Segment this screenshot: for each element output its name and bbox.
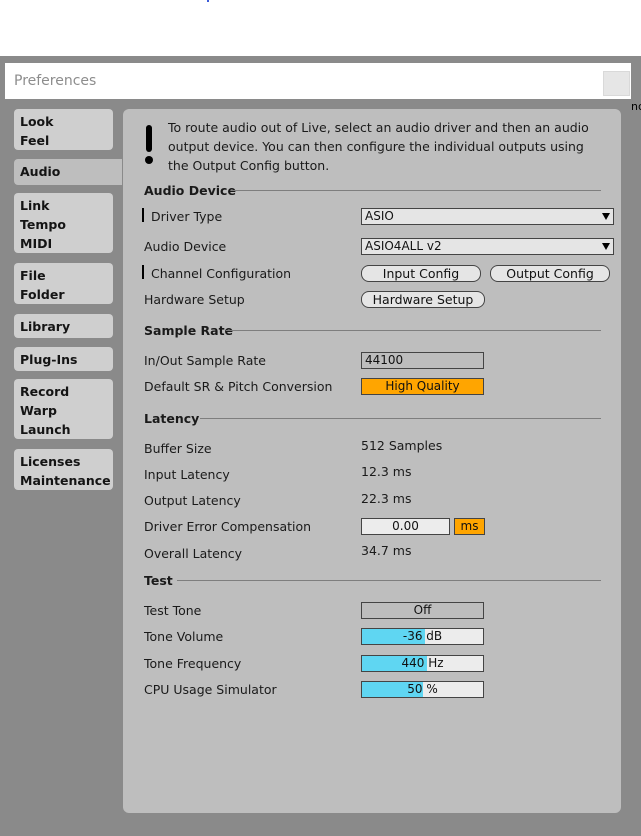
section-header-latency: Latency bbox=[144, 411, 200, 426]
sidebar-item-label: Feel bbox=[20, 133, 50, 148]
driver-error-unit: ms bbox=[460, 519, 479, 533]
sidebar-item-audio[interactable]: Audio bbox=[14, 159, 122, 185]
section-divider bbox=[232, 190, 601, 191]
tone-volume-slider[interactable]: -36 dB bbox=[361, 628, 484, 645]
warning-icon-dot bbox=[145, 156, 153, 164]
channel-configuration-label: Channel Configuration bbox=[151, 266, 292, 281]
default-sr-value: High Quality bbox=[385, 379, 460, 393]
sidebar-item-look-feel[interactable]: Look Feel bbox=[14, 109, 113, 150]
close-button[interactable] bbox=[603, 71, 630, 96]
sidebar-item-record-warp-launch[interactable]: Record Warp Launch bbox=[14, 379, 113, 439]
section-header-audio-device: Audio Device bbox=[144, 183, 236, 198]
info-text: To route audio out of Live, select an au… bbox=[168, 120, 589, 173]
tone-volume-value: -36 dB bbox=[402, 629, 443, 643]
audio-device-dropdown[interactable]: ASIO4ALL v2 bbox=[361, 238, 614, 255]
section-divider bbox=[200, 418, 601, 419]
overall-latency-label: Overall Latency bbox=[144, 546, 243, 561]
output-config-button[interactable]: Output Config bbox=[490, 265, 610, 282]
sidebar-item-plug-ins[interactable]: Plug-Ins bbox=[14, 347, 113, 371]
test-tone-label: Test Tone bbox=[144, 603, 202, 618]
tone-frequency-slider[interactable]: 440 Hz bbox=[361, 655, 484, 672]
input-latency-value: 12.3 ms bbox=[361, 464, 412, 479]
background-edge-text: nc bbox=[631, 100, 641, 113]
hardware-setup-label: Hardware Setup bbox=[144, 292, 245, 307]
warning-icon bbox=[146, 125, 152, 152]
cpu-usage-simulator-label: CPU Usage Simulator bbox=[144, 682, 277, 697]
sidebar-item-label: Look bbox=[20, 114, 54, 129]
driver-type-label: Driver Type bbox=[151, 209, 223, 224]
output-latency-value: 22.3 ms bbox=[361, 491, 412, 506]
sidebar-item-label: Record bbox=[20, 384, 70, 399]
test-tone-value: Off bbox=[413, 603, 432, 617]
sidebar-item-label: Link bbox=[20, 198, 50, 213]
top-dot bbox=[207, 0, 209, 2]
warning-icon bbox=[142, 208, 144, 222]
tone-frequency-value: 440 Hz bbox=[401, 656, 444, 670]
buffer-size-label: Buffer Size bbox=[144, 441, 212, 456]
section-header-test: Test bbox=[144, 573, 173, 588]
sidebar-item-link-tempo-midi[interactable]: Link Tempo MIDI bbox=[14, 193, 113, 253]
chevron-down-icon bbox=[602, 213, 610, 220]
warning-icon bbox=[142, 265, 144, 279]
top-strip bbox=[0, 0, 641, 56]
default-sr-label: Default SR & Pitch Conversion bbox=[144, 379, 333, 394]
driver-type-value: ASIO bbox=[365, 209, 394, 223]
section-divider bbox=[226, 330, 601, 331]
audio-device-label: Audio Device bbox=[144, 239, 227, 254]
inout-sample-rate-label: In/Out Sample Rate bbox=[144, 353, 266, 368]
tone-frequency-label: Tone Frequency bbox=[144, 656, 242, 671]
sidebar-item-label: Launch bbox=[20, 422, 71, 437]
chevron-down-icon bbox=[602, 243, 610, 250]
default-sr-selector[interactable]: High Quality bbox=[361, 378, 484, 395]
sidebar-item-label: Plug-Ins bbox=[20, 352, 78, 367]
buffer-size-value[interactable]: 512 Samples bbox=[361, 438, 442, 453]
sidebar-item-label: Tempo bbox=[20, 217, 66, 232]
section-header-sample-rate: Sample Rate bbox=[144, 323, 234, 338]
sidebar-item-label: Library bbox=[20, 319, 71, 334]
hardware-setup-button[interactable]: Hardware Setup bbox=[361, 291, 485, 308]
window-title: Preferences bbox=[14, 73, 97, 89]
section-divider bbox=[177, 580, 601, 581]
sidebar-item-label: Folder bbox=[20, 287, 65, 302]
driver-error-compensation-value: 0.00 bbox=[392, 519, 419, 533]
sidebar-item-library[interactable]: Library bbox=[14, 314, 113, 338]
tone-volume-label: Tone Volume bbox=[144, 629, 224, 644]
sidebar-item-label: MIDI bbox=[20, 236, 53, 251]
sidebar-item-label: Audio bbox=[20, 164, 61, 179]
sidebar-item-label: Licenses bbox=[20, 454, 81, 469]
driver-type-dropdown[interactable]: ASIO bbox=[361, 208, 614, 225]
cpu-usage-simulator-slider[interactable]: 50 % bbox=[361, 681, 484, 698]
output-latency-label: Output Latency bbox=[144, 493, 241, 508]
sidebar-item-label: Warp bbox=[20, 403, 57, 418]
input-config-button[interactable]: Input Config bbox=[361, 265, 481, 282]
input-latency-label: Input Latency bbox=[144, 467, 230, 482]
inout-sample-rate-field[interactable]: 44100 bbox=[361, 352, 484, 369]
audio-device-value: ASIO4ALL v2 bbox=[365, 239, 442, 253]
overall-latency-value: 34.7 ms bbox=[361, 543, 412, 558]
sidebar-item-licenses-maintenance[interactable]: Licenses Maintenance bbox=[14, 449, 113, 490]
driver-error-compensation-label: Driver Error Compensation bbox=[144, 519, 312, 534]
sidebar-item-label: File bbox=[20, 268, 46, 283]
sidebar-item-label: Maintenance bbox=[20, 473, 111, 488]
title-bar: Preferences bbox=[5, 63, 631, 99]
driver-error-unit-toggle[interactable]: ms bbox=[454, 518, 485, 535]
inout-sample-rate-value: 44100 bbox=[365, 353, 404, 367]
test-tone-toggle[interactable]: Off bbox=[361, 602, 484, 619]
sidebar-item-file-folder[interactable]: File Folder bbox=[14, 263, 113, 304]
cpu-usage-simulator-value: 50 % bbox=[407, 682, 438, 696]
driver-error-compensation-field[interactable]: 0.00 bbox=[361, 518, 450, 535]
